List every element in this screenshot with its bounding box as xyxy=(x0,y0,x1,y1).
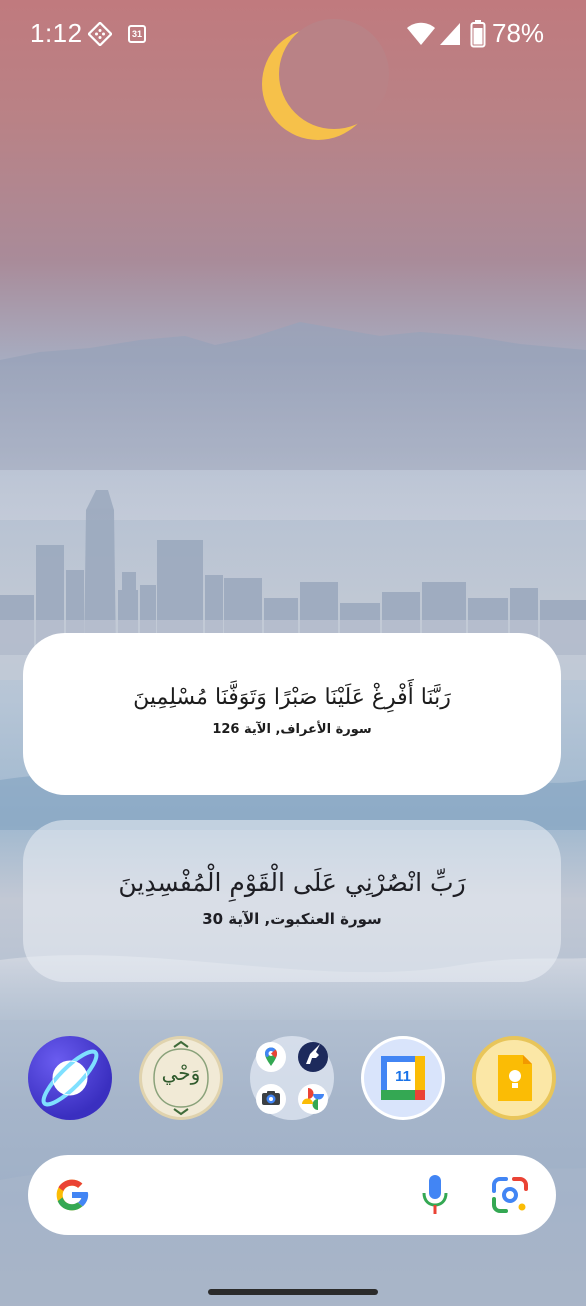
google-search-bar[interactable] xyxy=(28,1155,556,1235)
status-time: 1:12 xyxy=(30,18,83,48)
verse-reference: سورة العنكبوت, الآية 30 xyxy=(202,910,382,928)
wifi-icon xyxy=(407,22,435,45)
dnd-sync-icon xyxy=(88,22,112,46)
verse-reference: سورة الأعراف, الآية 126 xyxy=(212,722,372,737)
keep-notes-icon xyxy=(498,1055,532,1101)
signal-icon xyxy=(440,23,460,45)
calendar-icon: 31 xyxy=(128,25,146,43)
camera-icon xyxy=(256,1084,286,1114)
calendar-badge: 31 xyxy=(131,29,142,39)
google-apps-folder[interactable] xyxy=(250,1036,334,1120)
maps-icon xyxy=(256,1042,286,1072)
calendar-day: 11 xyxy=(395,1068,411,1085)
verse-text: رَبَّنَا أَفْرِغْ عَلَيْنَا صَبْرًا وَتَ… xyxy=(133,685,451,710)
google-lens-icon[interactable] xyxy=(490,1175,530,1215)
google-logo-icon xyxy=(56,1179,89,1211)
microphone-icon[interactable] xyxy=(420,1173,450,1217)
home-screen: 1:12 31 78% رَبَّنَا أَفْرِغْ عَلَيْنَا … xyxy=(0,0,586,1306)
wahy-logo-text: وَحْي xyxy=(161,1061,201,1085)
verse-text: رَبِّ انْصُرْنِي عَلَى الْقَوْمِ الْمُفْ… xyxy=(118,868,466,897)
verse-widget-primary[interactable]: رَبَّنَا أَفْرِغْ عَلَيْنَا صَبْرًا وَتَ… xyxy=(23,633,561,795)
browser-app-icon[interactable] xyxy=(28,1036,112,1120)
folder-contents xyxy=(256,1042,328,1114)
calendar-app-icon[interactable]: 11 xyxy=(361,1036,445,1120)
status-bar: 1:12 31 78% xyxy=(0,0,586,70)
battery-icon xyxy=(470,20,486,48)
photos-icon xyxy=(298,1084,328,1114)
unicorn-app-icon xyxy=(298,1042,328,1072)
verse-widget-secondary[interactable]: رَبِّ انْصُرْنِي عَلَى الْقَوْمِ الْمُفْ… xyxy=(23,820,561,982)
wahy-app-icon[interactable]: وَحْي xyxy=(139,1036,223,1120)
planet-icon xyxy=(41,1049,99,1107)
keep-notes-app-icon[interactable] xyxy=(472,1036,556,1120)
battery-percent: 78% xyxy=(492,18,545,48)
navigation-handle[interactable] xyxy=(208,1289,378,1295)
